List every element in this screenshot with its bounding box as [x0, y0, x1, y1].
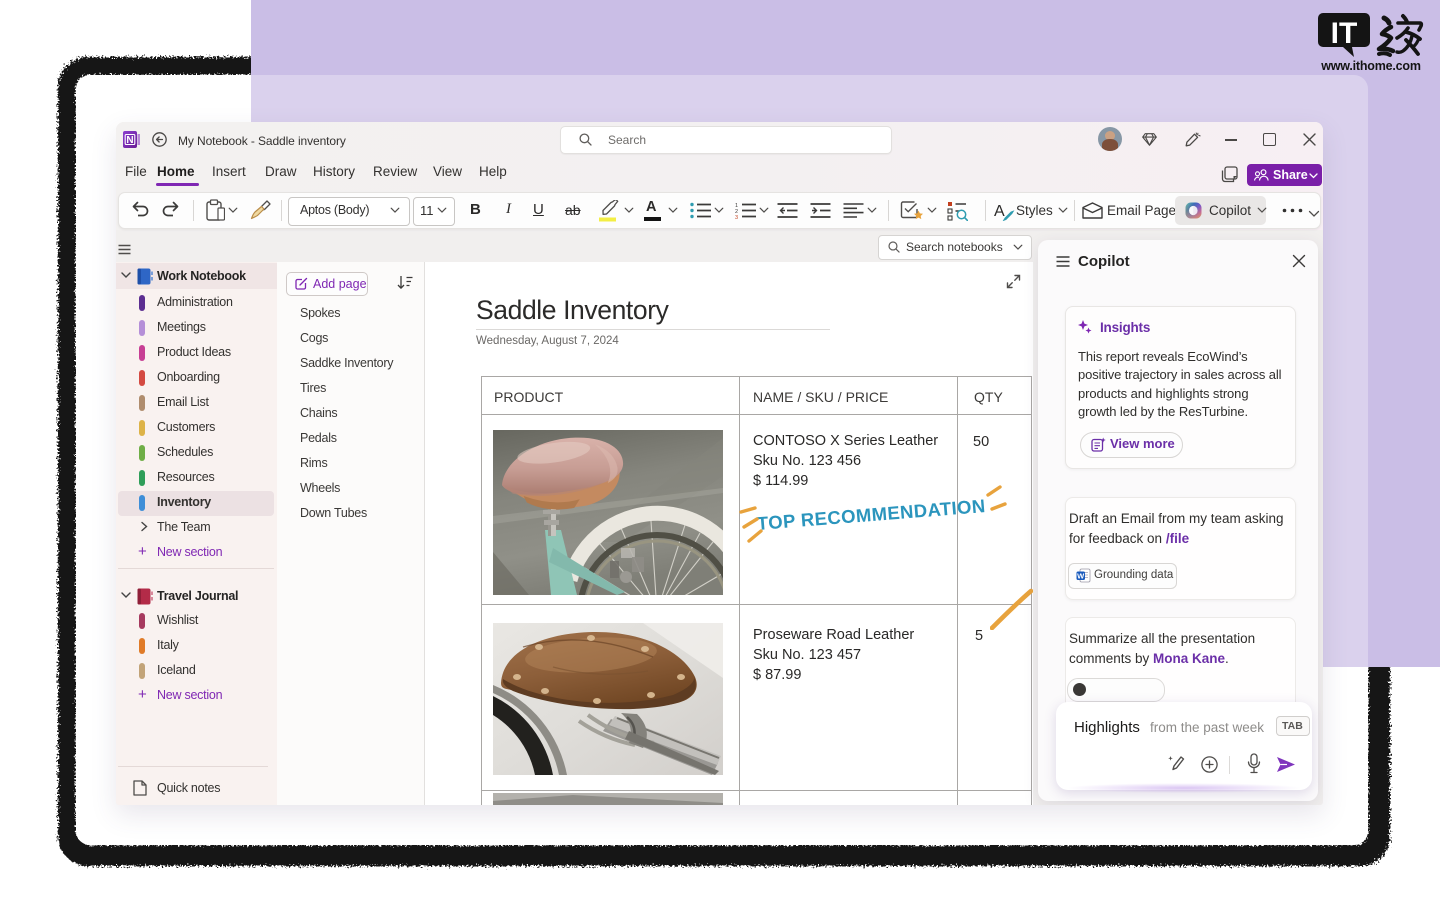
- svg-text:www.ithome.com: www.ithome.com: [1320, 59, 1421, 72]
- svg-text:A: A: [994, 203, 1005, 220]
- svg-text:3: 3: [735, 215, 738, 219]
- svg-text:N: N: [126, 135, 133, 146]
- svg-text:W: W: [1077, 571, 1085, 580]
- svg-text:IT: IT: [1331, 17, 1358, 50]
